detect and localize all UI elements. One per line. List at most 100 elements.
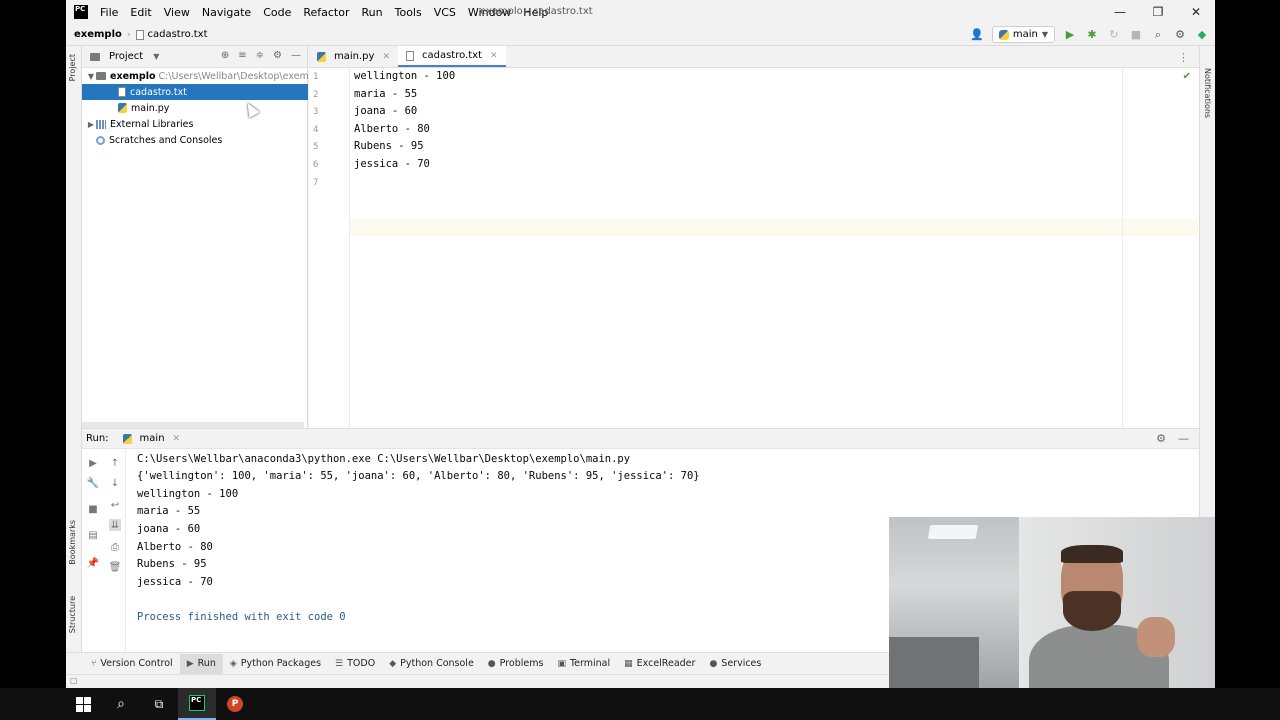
- scroll-to-end-icon[interactable]: ⇊: [109, 519, 121, 531]
- tool-run[interactable]: ▶ Run: [179, 653, 223, 674]
- webcam-background-equipment: [889, 637, 979, 688]
- bookmarks-stripe-label[interactable]: Bookmarks: [68, 520, 77, 565]
- pycharm-logo-icon: PC: [74, 5, 88, 19]
- stop-icon[interactable]: ■: [87, 503, 99, 515]
- line-number: 6: [313, 160, 319, 170]
- start-button[interactable]: [64, 688, 102, 720]
- run-tab-main[interactable]: main ✕: [122, 433, 181, 444]
- close-button[interactable]: ✕: [1177, 0, 1215, 24]
- tool-version-control[interactable]: ⑂ Version Control: [84, 654, 180, 674]
- tree-root[interactable]: ▼ exemplo C:\Users\Wellbar\Desktop\exemp…: [86, 68, 323, 84]
- branch-icon: ⑂: [91, 658, 97, 669]
- root-folder-name: exemplo: [110, 70, 156, 82]
- code-line[interactable]: joana - 60: [354, 105, 417, 117]
- status-layout-icon[interactable]: ▢: [70, 676, 78, 685]
- arrow-up-icon[interactable]: ↑: [109, 457, 121, 469]
- wrench-icon[interactable]: 🔧: [87, 477, 99, 489]
- tool-label: TODO: [347, 658, 376, 669]
- tree-item-main-py[interactable]: main.py: [118, 100, 169, 116]
- layout-icon[interactable]: ▤: [87, 529, 99, 541]
- menu-run[interactable]: Run: [356, 6, 389, 19]
- taskbar-powerpoint[interactable]: P: [216, 688, 254, 720]
- debug-icon[interactable]: ✱: [1085, 28, 1099, 42]
- expand-all-icon[interactable]: ≡: [238, 50, 246, 61]
- menu-refactor[interactable]: Refactor: [297, 6, 355, 19]
- task-view-button[interactable]: ⧉: [140, 688, 178, 720]
- menu-tools[interactable]: Tools: [389, 6, 428, 19]
- stop-icon[interactable]: ■: [1129, 28, 1143, 42]
- tab-cadastro-txt[interactable]: cadastro.txt ✕: [397, 46, 506, 67]
- tree-item-scratches[interactable]: Scratches and Consoles: [96, 132, 222, 148]
- notifications-stripe-label[interactable]: Notifications: [1203, 68, 1212, 118]
- close-tab-icon[interactable]: ✕: [490, 51, 498, 61]
- run-icon: ▶: [186, 658, 194, 669]
- code-line[interactable]: maria - 55: [354, 88, 417, 100]
- tool-python-packages[interactable]: ◈ Python Packages: [223, 654, 328, 674]
- coverage-icon[interactable]: ↻: [1107, 28, 1121, 42]
- tool-services[interactable]: ● Services: [702, 654, 768, 674]
- close-tab-icon[interactable]: ✕: [173, 434, 181, 444]
- menu-vcs[interactable]: VCS: [428, 6, 462, 19]
- locate-icon[interactable]: ⊕: [221, 50, 229, 61]
- print-icon[interactable]: ⎙: [109, 541, 121, 553]
- breadcrumb-root[interactable]: exemplo: [74, 29, 122, 40]
- search-icon[interactable]: ⌕: [1151, 28, 1165, 42]
- python-console-icon: ◆: [389, 658, 397, 669]
- menu-file[interactable]: File: [98, 6, 124, 19]
- hide-icon[interactable]: —: [1178, 432, 1189, 445]
- navigation-bar: exemplo › cadastro.txt 👤 main ▼ ▶ ✱ ↻ ■ …: [66, 24, 1215, 46]
- editor-tabs: main.py ✕ cadastro.txt ✕: [309, 46, 1199, 68]
- menu-edit[interactable]: Edit: [124, 6, 157, 19]
- taskbar-pycharm[interactable]: PC: [178, 688, 216, 720]
- console-output-line: Alberto - 80: [137, 541, 213, 553]
- code-line[interactable]: Rubens - 95: [354, 140, 424, 152]
- project-stripe-label[interactable]: Project: [68, 54, 77, 81]
- maximize-button[interactable]: ❐: [1139, 0, 1177, 24]
- chevron-down-icon[interactable]: ▼: [153, 52, 159, 61]
- more-options-icon[interactable]: ⋮: [1178, 51, 1189, 64]
- tree-item-external-libraries[interactable]: ▶ External Libraries: [86, 116, 194, 132]
- tab-main-py[interactable]: main.py ✕: [309, 46, 398, 67]
- tool-python-console[interactable]: ◆ Python Console: [382, 654, 481, 674]
- chevron-down-icon[interactable]: ▼: [86, 72, 96, 81]
- jetbrains-icon[interactable]: ◆: [1195, 28, 1209, 42]
- library-icon: [96, 119, 106, 129]
- code-line[interactable]: jessica - 70: [354, 158, 430, 170]
- chevron-right-icon[interactable]: ▶: [86, 120, 96, 129]
- menu-code[interactable]: Code: [257, 6, 297, 19]
- settings-icon[interactable]: ⚙: [1173, 28, 1187, 42]
- tool-excelreader[interactable]: ▦ ExcelReader: [617, 654, 702, 674]
- run-configuration-select[interactable]: main ▼: [991, 26, 1055, 43]
- console-output-line: wellington - 100: [137, 488, 239, 500]
- gear-icon[interactable]: ⚙: [1156, 432, 1166, 445]
- tool-problems[interactable]: ● Problems: [481, 654, 551, 674]
- code-line[interactable]: wellington - 100: [354, 70, 455, 82]
- breadcrumb-file[interactable]: cadastro.txt: [148, 29, 208, 40]
- collapse-all-icon[interactable]: ≑: [256, 50, 264, 61]
- console-output-line: C:\Users\Wellbar\anaconda3\python.exe C:…: [137, 453, 631, 465]
- tree-item-cadastro[interactable]: cadastro.txt: [82, 84, 308, 100]
- trash-icon[interactable]: 🗑: [109, 561, 122, 573]
- hide-icon[interactable]: —: [291, 50, 301, 61]
- taskbar-search-button[interactable]: ⌕: [102, 688, 140, 720]
- tool-todo[interactable]: ☰ TODO: [328, 654, 382, 674]
- user-icon[interactable]: 👤: [970, 28, 984, 42]
- run-icon[interactable]: ▶: [1063, 28, 1077, 42]
- menu-view[interactable]: View: [158, 6, 196, 19]
- rerun-icon[interactable]: ▶: [87, 457, 99, 469]
- close-tab-icon[interactable]: ✕: [382, 52, 390, 62]
- tool-terminal[interactable]: ▣ Terminal: [550, 654, 617, 674]
- arrow-down-icon[interactable]: ↓: [109, 477, 121, 489]
- pin-icon[interactable]: 📌: [87, 557, 99, 569]
- code-line[interactable]: Alberto - 80: [354, 123, 430, 135]
- structure-stripe-label[interactable]: Structure: [68, 596, 77, 633]
- menu-navigate[interactable]: Navigate: [196, 6, 257, 19]
- minimize-button[interactable]: —: [1101, 0, 1139, 24]
- gear-icon[interactable]: ⚙: [273, 50, 282, 61]
- check-icon[interactable]: ✔: [1183, 71, 1191, 82]
- text-file-icon: [135, 29, 144, 40]
- soft-wrap-icon[interactable]: ↩: [109, 499, 121, 511]
- window-title: exemplo - cadastro.txt: [480, 6, 593, 17]
- presenter-beard: [1063, 591, 1121, 631]
- project-panel-title[interactable]: Project: [109, 51, 143, 62]
